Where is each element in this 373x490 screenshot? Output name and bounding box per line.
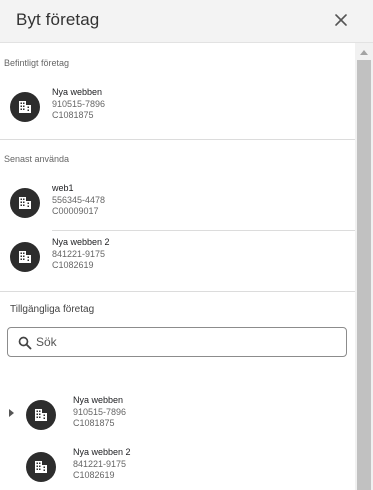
company-org-number: 841221-9175 [52, 248, 106, 259]
dialog-title: Byt företag [16, 10, 100, 29]
building-icon [10, 242, 40, 272]
scrollbar[interactable] [355, 43, 373, 490]
company-code: C00009017 [52, 206, 99, 216]
current-company[interactable]: Nya webben 910515-7896 C1081875 [0, 87, 355, 133]
available-companies-label: Tillgängliga företag [10, 304, 95, 315]
recent-company-item[interactable]: Nya webben 2 841221-9175 C1082619 [0, 237, 355, 283]
recent-companies-label: Senast använda [4, 154, 70, 164]
building-icon [26, 400, 56, 430]
company-name: Nya webben 2 [52, 237, 110, 247]
divider [0, 139, 355, 140]
company-name: Nya webben [52, 87, 103, 97]
company-name: web1 [52, 183, 74, 193]
search-icon [18, 336, 32, 350]
search-field[interactable] [7, 327, 347, 357]
search-input[interactable] [36, 333, 336, 351]
company-name: Nya webben [73, 395, 124, 405]
close-icon [335, 14, 347, 26]
divider [0, 291, 355, 292]
company-code: C1081875 [73, 418, 115, 428]
building-icon [10, 188, 40, 218]
company-org-number: 556345-4478 [52, 194, 106, 205]
current-company-label: Befintligt företag [4, 58, 70, 68]
company-code: C1081875 [52, 110, 94, 120]
expand-arrow-icon[interactable] [9, 409, 14, 417]
recent-company-item[interactable]: web1 556345-4478 C00009017 [0, 183, 355, 229]
company-name: Nya webben 2 [73, 447, 131, 457]
available-company-item[interactable]: Nya webben 910515-7896 C1081875 [20, 395, 355, 441]
company-org-number: 910515-7896 [73, 406, 127, 417]
building-icon [26, 452, 56, 482]
divider [52, 230, 355, 231]
company-org-number: 910515-7896 [52, 98, 106, 109]
scroll-up-arrow[interactable] [360, 50, 368, 55]
close-button[interactable] [330, 9, 352, 31]
building-icon [10, 92, 40, 122]
company-code: C1082619 [52, 260, 94, 270]
company-org-number: 841221-9175 [73, 458, 127, 469]
scroll-thumb[interactable] [357, 60, 371, 490]
dialog-header: Byt företag [0, 0, 373, 43]
available-company-item[interactable]: Nya webben 2 841221-9175 C1082619 [20, 447, 355, 490]
company-code: C1082619 [73, 470, 115, 480]
